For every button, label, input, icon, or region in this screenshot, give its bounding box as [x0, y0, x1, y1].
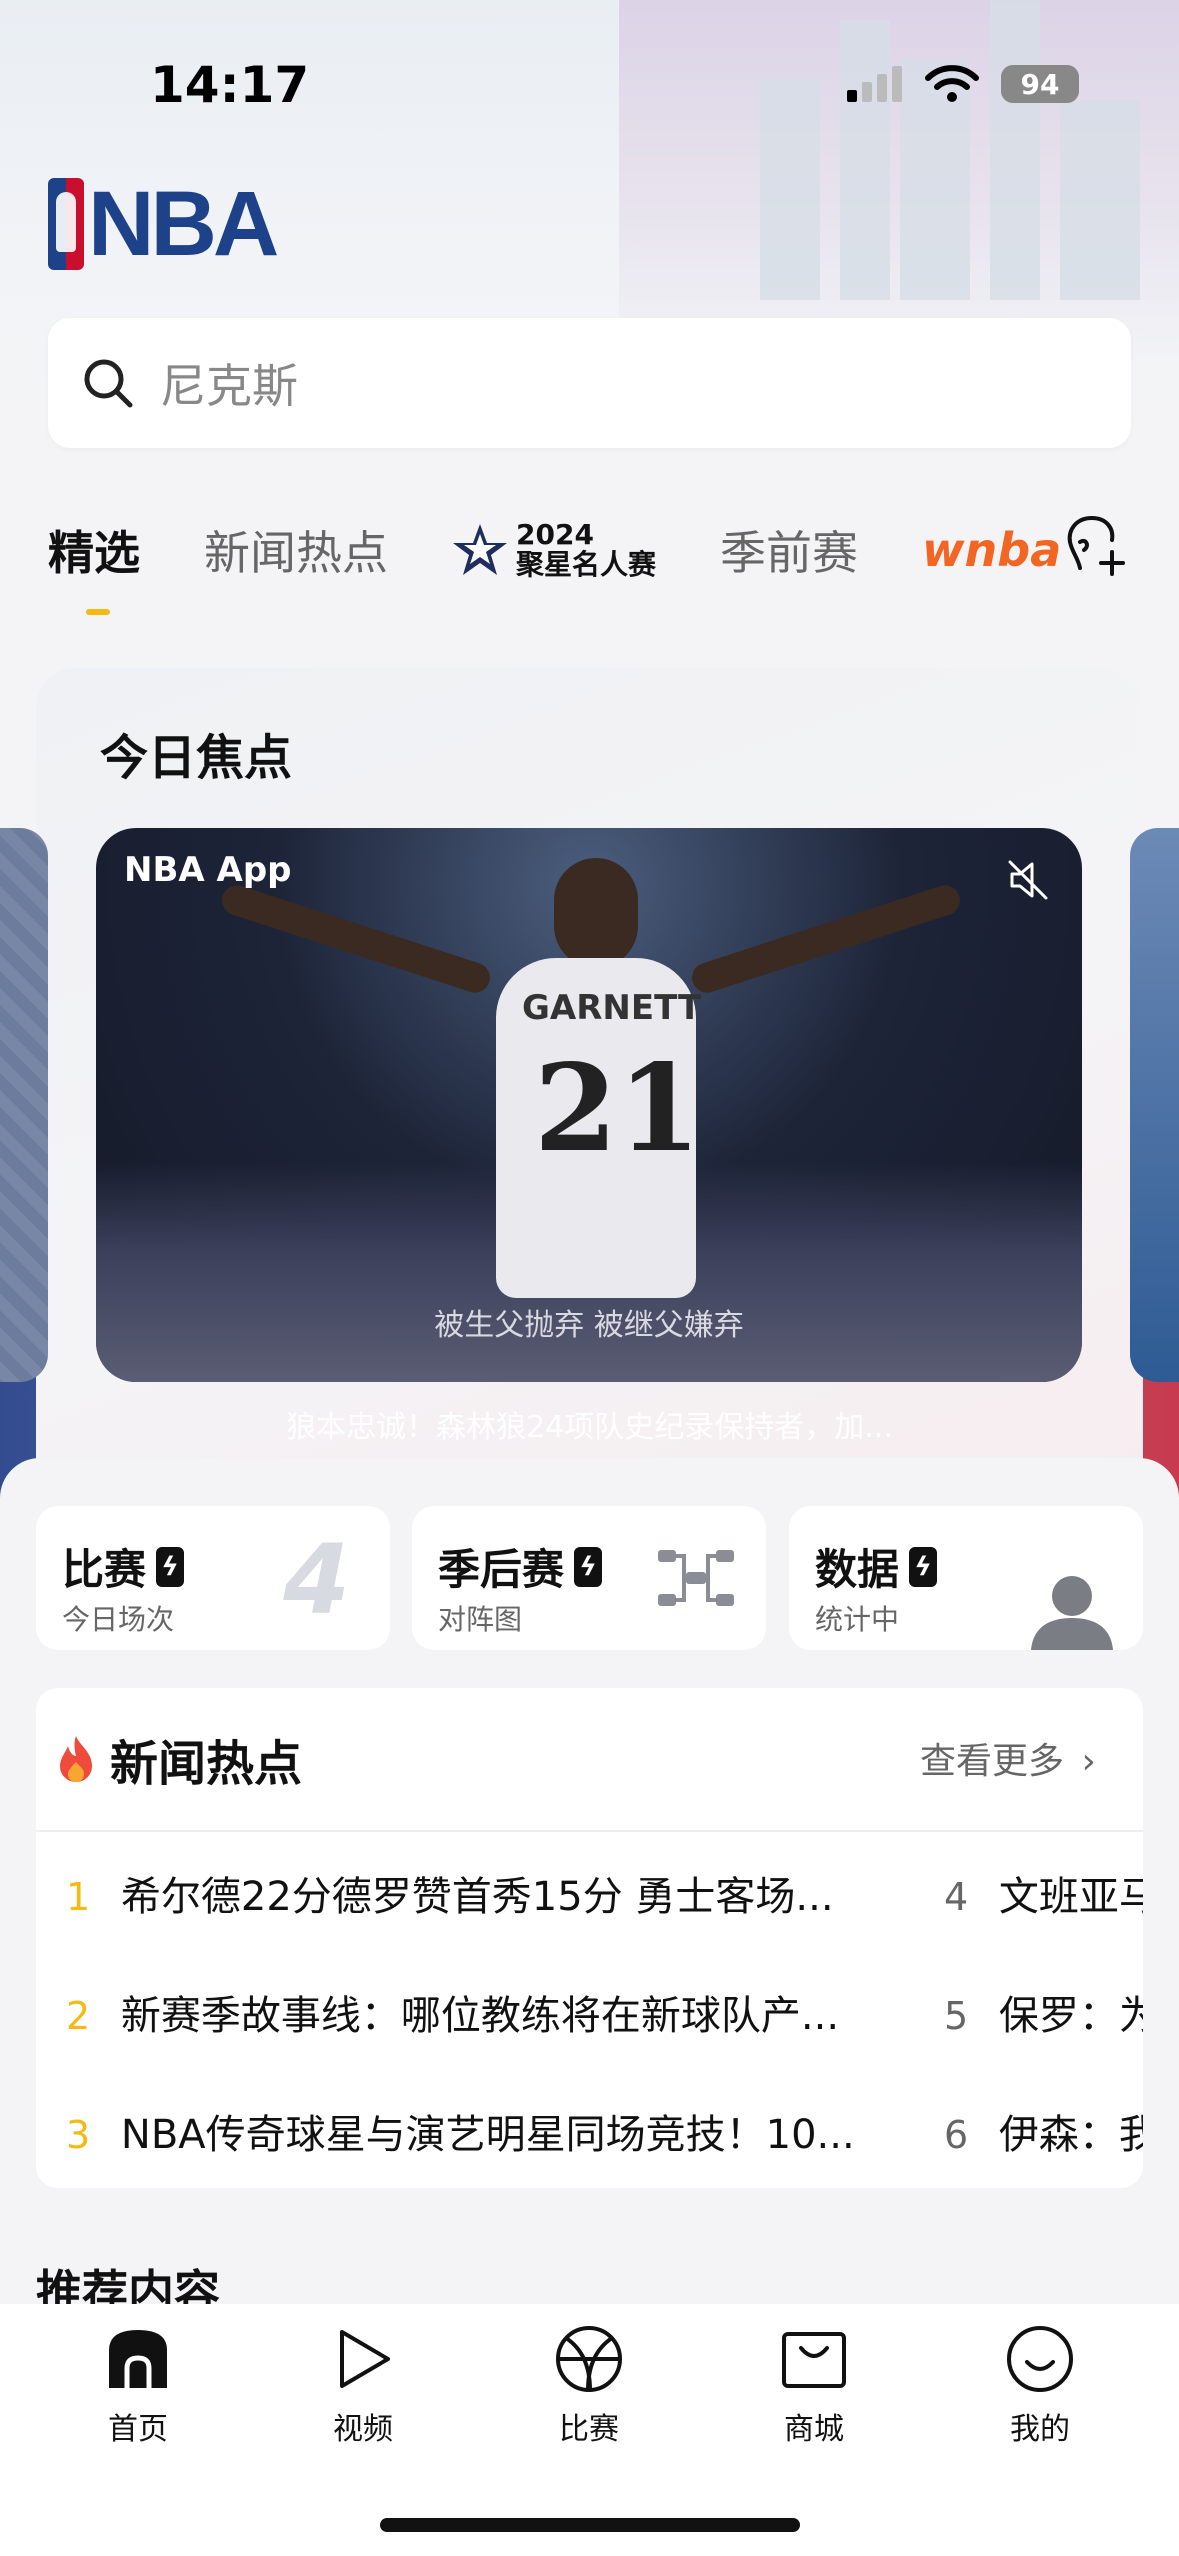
search-placeholder: 尼克斯	[160, 359, 298, 413]
star-icon	[453, 524, 507, 575]
tab-me-label: 我的	[1010, 2412, 1070, 2447]
focus-title: 今日焦点	[100, 730, 293, 786]
player-silhouette-icon	[1031, 1576, 1113, 1650]
news-rank: 1	[66, 1875, 91, 1919]
add-follow-icon[interactable]	[1062, 512, 1128, 578]
jersey-number: 21	[534, 1038, 701, 1179]
news-rank: 4	[944, 1875, 969, 1919]
fire-icon	[60, 1736, 92, 1782]
search-icon	[84, 359, 133, 408]
tab-me[interactable]: 我的	[980, 2324, 1100, 2448]
news-rank: 3	[66, 2113, 91, 2157]
basketball-icon	[556, 2326, 622, 2392]
tab-shop[interactable]: 商城	[754, 2324, 874, 2448]
games-count: 4	[283, 1524, 350, 1636]
jersey-name: GARNETT	[522, 988, 702, 1028]
news-rank: 5	[944, 1994, 969, 2038]
news-headline: 保罗：为	[998, 1993, 1143, 2039]
tab-games-label: 比赛	[559, 2412, 619, 2447]
bolt-icon: ϟ	[156, 1546, 185, 1587]
player-arm-right	[688, 881, 964, 997]
nba-logo-mark	[48, 178, 84, 270]
status-icons: 94	[847, 64, 1079, 104]
news-item[interactable]: 6 伊森：我	[944, 2102, 1143, 2160]
video-subtitle: 被生父抛弃 被继父嫌弃	[434, 1308, 744, 1343]
tab-shop-label: 商城	[784, 2412, 844, 2447]
play-icon	[340, 2330, 390, 2388]
chevron-right-icon: ›	[1081, 1741, 1096, 1782]
bracket-icon	[658, 1550, 734, 1606]
nba-logo: NBA	[48, 173, 279, 275]
bolt-icon: ϟ	[574, 1546, 603, 1587]
tab-games[interactable]: 比赛	[529, 2324, 649, 2448]
tab-video-label: 视频	[333, 2412, 393, 2447]
carousel-next-card[interactable]	[1130, 828, 1179, 1382]
stats-card-subtitle: 统计中	[815, 1603, 900, 1636]
news-rank: 2	[66, 1994, 91, 2038]
mute-icon[interactable]	[1004, 856, 1052, 904]
news-title: 新闻热点	[110, 1736, 303, 1792]
games-card[interactable]: 比赛 ϟ 今日场次 4	[36, 1506, 390, 1650]
smile-icon	[1007, 2326, 1073, 2392]
tab-wnba[interactable]: wnba	[922, 523, 1061, 577]
news-item[interactable]: 1 希尔德22分德罗赞首秀15分 勇士客场...	[66, 1864, 834, 1922]
tab-home[interactable]: 首页	[78, 2324, 198, 2448]
news-rank: 6	[944, 2113, 969, 2157]
news-list: 1 希尔德22分德罗赞首秀15分 勇士客场... 2 新赛季故事线：哪位教练将在…	[36, 1830, 1143, 2188]
tab-video[interactable]: 视频	[303, 2324, 423, 2448]
tab-news[interactable]: 新闻热点	[204, 517, 388, 583]
video-watermark: NBA App	[124, 850, 292, 890]
news-item[interactable]: 5 保罗：为	[944, 1983, 1143, 2041]
tab-preseason[interactable]: 季前赛	[720, 517, 858, 583]
focus-caption[interactable]: 狼本忠诚！森林狼24项队史纪录保持者，加...	[0, 1402, 1179, 1446]
nba-logo-text: NBA	[88, 173, 279, 275]
playoffs-card-title: 季后赛	[438, 1545, 565, 1594]
tab-allstar[interactable]: 2024 聚星名人赛	[452, 520, 656, 580]
news-headline: 希尔德22分德罗赞首秀15分 勇士客场...	[120, 1874, 834, 1920]
search-bar[interactable]: 尼克斯	[48, 318, 1131, 448]
allstar-label: 聚星名人赛	[516, 548, 657, 581]
news-item[interactable]: 3 NBA传奇球星与演艺明星同场竞技！10...	[66, 2102, 855, 2160]
news-headline: 新赛季故事线：哪位教练将在新球队产...	[120, 1993, 840, 2039]
tab-featured[interactable]: 精选	[48, 517, 140, 615]
carousel-prev-card[interactable]	[0, 828, 48, 1382]
player-arm-left	[218, 881, 494, 997]
bag-icon	[782, 2332, 846, 2388]
wifi-icon	[925, 65, 979, 102]
status-time: 14:17	[150, 56, 310, 114]
home-icon	[109, 2330, 167, 2388]
playoffs-card[interactable]: 季后赛 ϟ 对阵图	[412, 1506, 766, 1650]
news-item[interactable]: 2 新赛季故事线：哪位教练将在新球队产...	[66, 1983, 839, 2041]
bolt-icon: ϟ	[909, 1546, 938, 1587]
stats-card-title: 数据	[815, 1545, 900, 1594]
news-more-label: 查看更多	[920, 1741, 1065, 1782]
home-indicator[interactable]	[380, 2518, 800, 2532]
category-tabs: 精选 新闻热点 2024 聚星名人赛 季前赛 wnba	[48, 500, 1179, 615]
news-item[interactable]: 4 文班亚马	[944, 1864, 1143, 1922]
news-headline: NBA传奇球星与演艺明星同场竞技！10...	[120, 2112, 855, 2158]
allstar-year: 2024	[516, 518, 594, 551]
stats-card[interactable]: 数据 ϟ 统计中	[789, 1506, 1143, 1650]
battery-indicator: 94	[1001, 65, 1079, 103]
news-headline: 文班亚马	[998, 1874, 1143, 1920]
games-card-title: 比赛	[62, 1545, 147, 1594]
focus-video[interactable]: GARNETT 21 NBA App 被生父抛弃 被继父嫌弃	[96, 828, 1082, 1382]
news-headline: 伊森：我	[998, 2112, 1143, 2158]
signal-icon	[847, 66, 902, 102]
games-card-subtitle: 今日场次	[62, 1603, 175, 1636]
tab-home-label: 首页	[108, 2412, 168, 2447]
playoffs-card-subtitle: 对阵图	[438, 1603, 523, 1636]
news-more-link[interactable]: 查看更多 ›	[920, 1732, 1096, 1784]
